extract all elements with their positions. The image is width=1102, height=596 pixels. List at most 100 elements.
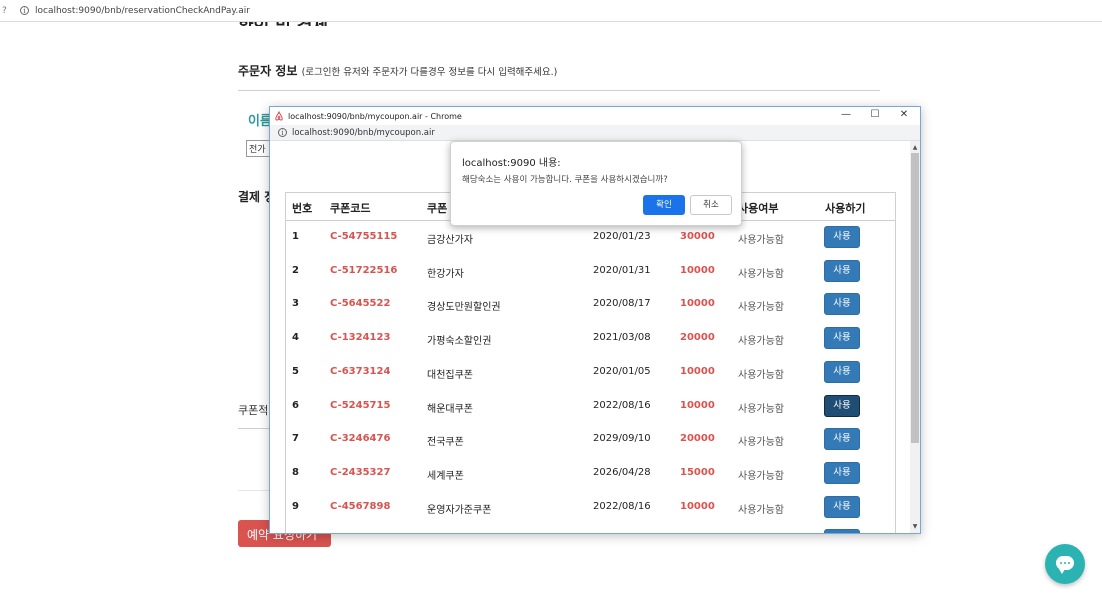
cell-discount: 10000 [680, 399, 715, 411]
cell-date: 2020/01/05 [593, 365, 651, 377]
cell-name: 운영자가준쿠폰 [427, 504, 492, 516]
maximize-button[interactable]: ☐ [868, 109, 882, 120]
cell-num: 6 [292, 399, 299, 411]
info-icon[interactable]: i [20, 6, 29, 15]
cell-date: 2021/03/08 [593, 332, 651, 344]
dialog-message: 해당숙소는 사용이 가능합니다. 쿠폰을 사용하시겠습니까? [462, 175, 668, 185]
cell-date: 2026/04/28 [593, 466, 651, 478]
cell-code: C-54755115 [330, 231, 398, 242]
cell-discount: 15000 [680, 466, 715, 478]
cell-num: 1 [292, 231, 299, 242]
cell-num: 5 [292, 365, 299, 377]
table-row: 6 C-5245715 해운대쿠폰 2022/08/16 10000 사용가능함 사용 [286, 390, 895, 424]
back-nav-glyph[interactable]: ? [2, 6, 12, 16]
cell-num: 9 [292, 500, 299, 512]
popup-titlebar[interactable]: localhost:9090/bnb/mycoupon.air - Chrome… [270, 107, 920, 125]
popup-address-bar[interactable]: i localhost:9090/bnb/mycoupon.air [270, 125, 920, 141]
chat-dots [1060, 562, 1070, 564]
cell-usage: 사용가능함 [738, 504, 784, 516]
cell-discount: 10000 [680, 264, 715, 276]
cell-usage: 사용가능함 [738, 403, 784, 415]
cell-num: 7 [292, 433, 299, 445]
use-coupon-button[interactable]: 사용 [824, 360, 860, 383]
cell-num: 3 [292, 298, 299, 310]
chat-button[interactable] [1045, 544, 1085, 584]
cell-name: 금강산가자 [427, 235, 473, 246]
scrollbar-thumb[interactable] [911, 153, 919, 443]
cell-date: 2029/09/10 [593, 433, 651, 445]
header-name: 쿠폰 [427, 202, 448, 215]
screen: 확인 및 결제 ? i localhost:9090/bnb/reservati… [0, 0, 1102, 596]
cell-name: 세계쿠폰 [427, 470, 464, 482]
use-coupon-button[interactable]: 사용 [824, 394, 860, 417]
cell-discount: 30000 [680, 231, 715, 242]
cell-date: 2020/01/23 [593, 231, 651, 242]
table-row: 1 C-54755115 금강산가자 2020/01/23 30000 사용가능함 사용 [286, 221, 895, 255]
use-coupon-button[interactable]: 사용 [824, 293, 860, 316]
confirm-dialog: localhost:9090 내용: 해당숙소는 사용이 가능합니다. 쿠폰을 … [450, 141, 742, 226]
use-coupon-button[interactable]: 사용 [824, 259, 860, 282]
cell-discount: 20000 [680, 332, 715, 344]
table-row: 2 C-51722516 한강가자 2020/01/31 10000 사용가능함 사용 [286, 255, 895, 289]
airbnb-logo-icon [274, 111, 284, 121]
orderer-title: 주문자 정보 [238, 64, 298, 78]
cell-code: C-4567898 [330, 500, 391, 512]
cell-date: 2020/08/17 [593, 298, 651, 310]
cell-discount: 10000 [680, 298, 715, 310]
cell-code: C-1324123 [330, 332, 391, 344]
cell-usage: 사용가능함 [738, 336, 784, 348]
table-row: 3 C-5645522 경상도만원할인권 2020/08/17 10000 사용가능함 사용 [286, 288, 895, 322]
cell-name: 대천집쿠폰 [427, 369, 473, 381]
browser-url[interactable]: localhost:9090/bnb/reservationCheckAndPa… [35, 6, 250, 16]
scroll-up-arrow[interactable]: ▲ [911, 144, 919, 152]
cell-date: 2020/01/31 [593, 264, 651, 276]
cell-usage: 사용가능함 [738, 437, 784, 449]
payment-label: 결제 정 [238, 190, 270, 204]
cell-code: C-5645522 [330, 298, 391, 310]
cell-date: 2022/08/16 [593, 500, 651, 512]
popup-window-title: localhost:9090/bnb/mycoupon.air - Chrome [288, 111, 462, 121]
cell-num: 4 [292, 332, 299, 344]
use-coupon-button[interactable]: 사용 [824, 495, 860, 518]
cell-usage: 사용가능함 [738, 235, 784, 246]
cell-name: 한강가자 [427, 268, 464, 280]
header-code: 쿠폰코드 [330, 202, 371, 215]
table-row: 5 C-6373124 대천집쿠폰 2020/01/05 10000 사용가능함 사용 [286, 356, 895, 390]
popup-url[interactable]: localhost:9090/bnb/mycoupon.air [292, 128, 435, 138]
use-coupon-button[interactable]: 사용 [824, 226, 860, 248]
header-num: 번호 [292, 202, 313, 215]
dialog-ok-button[interactable]: 확인 [643, 195, 685, 215]
cell-num: 2 [292, 264, 299, 276]
cell-usage: 사용가능함 [738, 268, 784, 280]
close-button[interactable]: ✕ [897, 109, 911, 120]
divider [238, 90, 880, 91]
minimize-button[interactable]: — [839, 109, 853, 120]
orderer-info-heading: 주문자 정보 (로그인한 유저와 주문자가 다를경우 정보를 다시 입력해주세요… [238, 62, 557, 79]
info-icon[interactable]: i [278, 128, 287, 137]
table-row: 7 C-3246476 전국쿠폰 2029/09/10 20000 사용가능함 사용 [286, 423, 895, 457]
cell-name: 전국쿠폰 [427, 437, 464, 449]
use-coupon-button[interactable]: 사용 [824, 428, 860, 451]
use-coupon-button[interactable]: 사용 [824, 461, 860, 484]
coupon-table: 번호 쿠폰코드 쿠폰 사용여부 사용하기 1 C-54755115 금강산가자 202… [285, 192, 896, 533]
cell-code: C-5245715 [330, 399, 391, 411]
use-coupon-button[interactable]: 사용 [824, 327, 860, 350]
cell-name: 경상도만원할인권 [427, 302, 501, 314]
coupon-apply-label: 쿠폰적 [238, 404, 269, 417]
cell-code: C-2435327 [330, 466, 391, 478]
cell-usage: 사용가능함 [738, 369, 784, 381]
use-coupon-button[interactable] [824, 529, 860, 533]
divider [238, 490, 270, 491]
cell-discount: 20000 [680, 433, 715, 445]
scroll-down-arrow[interactable]: ▼ [911, 523, 919, 531]
cell-num: 8 [292, 466, 299, 478]
cell-discount: 10000 [680, 365, 715, 377]
cell-code: C-6373124 [330, 365, 391, 377]
cell-code: C-3246476 [330, 433, 391, 445]
divider [238, 428, 270, 429]
dialog-cancel-button[interactable]: 취소 [690, 195, 732, 215]
orderer-note: (로그인한 유저와 주문자가 다를경우 정보를 다시 입력해주세요.) [301, 67, 558, 78]
cell-usage: 사용가능함 [738, 470, 784, 482]
cell-usage: 사용가능함 [738, 302, 784, 314]
browser-address-bar[interactable]: ? i localhost:9090/bnb/reservationCheckA… [0, 0, 1102, 22]
